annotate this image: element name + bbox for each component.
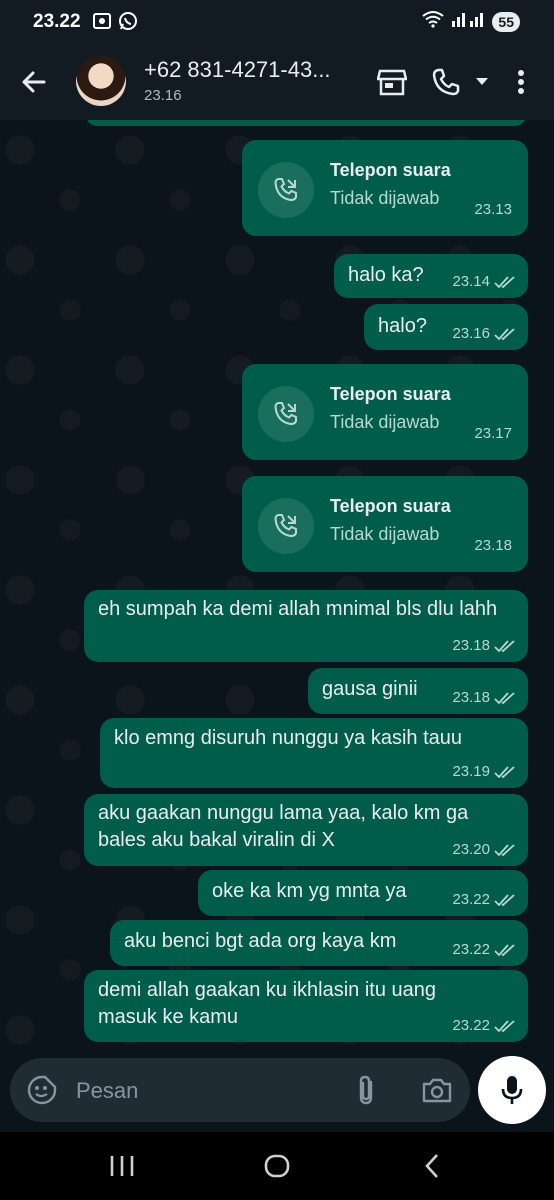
call-title: Telepon suara: [330, 384, 451, 404]
outgoing-message[interactable]: aku benci bgt ada org kaya km 23.22: [110, 920, 528, 966]
missed-call-phone-icon: [274, 178, 297, 202]
system-nav-bar: [0, 1132, 554, 1200]
kebab-menu-icon: [518, 70, 524, 94]
home-button[interactable]: [257, 1148, 297, 1184]
double-check-icon: [494, 327, 515, 340]
double-check-icon: [494, 765, 515, 778]
last-seen: 23.16: [144, 87, 182, 104]
whatsapp-icon: [118, 11, 138, 36]
message-time: 23.14: [452, 273, 490, 290]
message-text: klo emng disuruh nunggu ya kasih tauu: [114, 727, 463, 749]
call-icon-circle: [258, 386, 314, 442]
microphone-icon: [501, 1076, 523, 1104]
call-icon-circle: [258, 162, 314, 218]
outgoing-message[interactable]: klo emng disuruh nunggu ya kasih tauu 23…: [100, 718, 528, 788]
chat-header: +62 831-4271-43... 23.16: [0, 44, 554, 120]
message-time: 23.18: [474, 537, 512, 554]
message-text: aku gaakan nunggu lama yaa, kalo km ga b…: [98, 802, 469, 851]
status-bar: 23.22 55: [0, 0, 554, 44]
outgoing-message[interactable]: oke ka km yg mnta ya 23.22: [198, 870, 528, 916]
outgoing-message[interactable]: demi allah gaakan ku ikhlasin itu uang m…: [84, 970, 528, 1042]
outgoing-message[interactable]: eh sumpah ka demi allah mnimal bls dlu l…: [84, 590, 528, 662]
wifi-icon: [422, 10, 445, 33]
back-nav-button[interactable]: [412, 1148, 452, 1184]
message-input[interactable]: [74, 1072, 338, 1110]
signal-icon: [450, 10, 486, 33]
recent-apps-button[interactable]: [102, 1148, 142, 1184]
double-check-icon: [494, 843, 515, 856]
home-icon: [264, 1154, 290, 1178]
message-text: halo ka?: [348, 264, 424, 286]
message-time: 23.22: [452, 1017, 490, 1034]
message-time: 23.20: [452, 841, 490, 858]
call-dropdown-button[interactable]: [468, 66, 496, 98]
avatar[interactable]: [76, 56, 126, 106]
caret-down-icon: [476, 78, 488, 85]
missed-call-bubble[interactable]: Telepon suara Tidak dijawab 23.18: [242, 476, 528, 572]
double-check-icon: [494, 639, 515, 652]
compose-bar: [10, 1058, 470, 1122]
voice-message-button[interactable]: [478, 1056, 546, 1124]
call-title: Telepon suara: [330, 160, 451, 180]
message-time: 23.22: [452, 941, 490, 958]
call-status: Tidak dijawab: [330, 412, 440, 432]
phone-icon: [432, 68, 460, 96]
message-time: 23.18: [452, 637, 490, 654]
message-time: 23.22: [452, 891, 490, 908]
outgoing-message[interactable]: halo? 23.16: [364, 304, 528, 350]
paperclip-icon: [359, 1075, 373, 1105]
call-title: Telepon suara: [330, 496, 451, 516]
message-time: 23.17: [474, 425, 512, 442]
missed-call-bubble[interactable]: Telepon suara Tidak dijawab 23.17: [242, 364, 528, 460]
arrow-left-icon: [22, 71, 46, 93]
status-time: 23.22: [33, 11, 81, 32]
message-time: 23.19: [452, 763, 490, 780]
message-time: 23.13: [474, 201, 512, 218]
message-bubble-partial: [86, 120, 526, 126]
missed-call-phone-icon: [274, 514, 297, 538]
message-text: eh sumpah ka demi allah mnimal bls dlu l…: [98, 598, 498, 620]
double-check-icon: [494, 943, 515, 956]
call-status: Tidak dijawab: [330, 524, 440, 544]
call-status: Tidak dijawab: [330, 188, 440, 208]
call-icon-circle: [258, 498, 314, 554]
outgoing-message[interactable]: halo ka? 23.14: [334, 254, 528, 298]
message-time: 23.18: [452, 689, 490, 706]
message-text: oke ka km yg mnta ya: [212, 880, 407, 902]
contact-name[interactable]: +62 831-4271-43...: [144, 57, 331, 83]
outgoing-message[interactable]: gausa ginii 23.18: [308, 668, 528, 714]
shop-button[interactable]: [376, 66, 408, 98]
double-check-icon: [494, 1019, 515, 1032]
voice-call-button[interactable]: [430, 66, 462, 98]
message-text: aku benci bgt ada org kaya km: [124, 930, 397, 952]
sticker-button[interactable]: [26, 1074, 58, 1106]
camera-button[interactable]: [420, 1074, 454, 1106]
battery-indicator: 55: [492, 11, 520, 32]
message-list[interactable]: Telepon suara Tidak dijawab 23.13 halo k…: [0, 120, 554, 1060]
store-icon: [377, 69, 407, 96]
double-check-icon: [494, 893, 515, 906]
message-time: 23.16: [452, 325, 490, 342]
sticker-icon: [27, 1075, 57, 1105]
message-text: demi allah gaakan ku ikhlasin itu uang m…: [98, 979, 436, 1028]
outgoing-message[interactable]: aku gaakan nunggu lama yaa, kalo km ga b…: [84, 794, 528, 866]
double-check-icon: [494, 275, 515, 288]
missed-call-phone-icon: [274, 402, 297, 426]
missed-call-bubble[interactable]: Telepon suara Tidak dijawab 23.13: [242, 140, 528, 236]
back-button[interactable]: [16, 64, 52, 100]
camera-icon: [422, 1078, 452, 1103]
more-options-button[interactable]: [506, 66, 536, 98]
message-text: gausa ginii: [322, 678, 418, 700]
recent-apps-icon: [110, 1156, 134, 1176]
attach-button[interactable]: [350, 1074, 382, 1106]
screenshot-icon: [92, 11, 112, 36]
double-check-icon: [494, 691, 515, 704]
chevron-left-icon: [425, 1154, 438, 1178]
message-text: halo?: [378, 315, 427, 337]
